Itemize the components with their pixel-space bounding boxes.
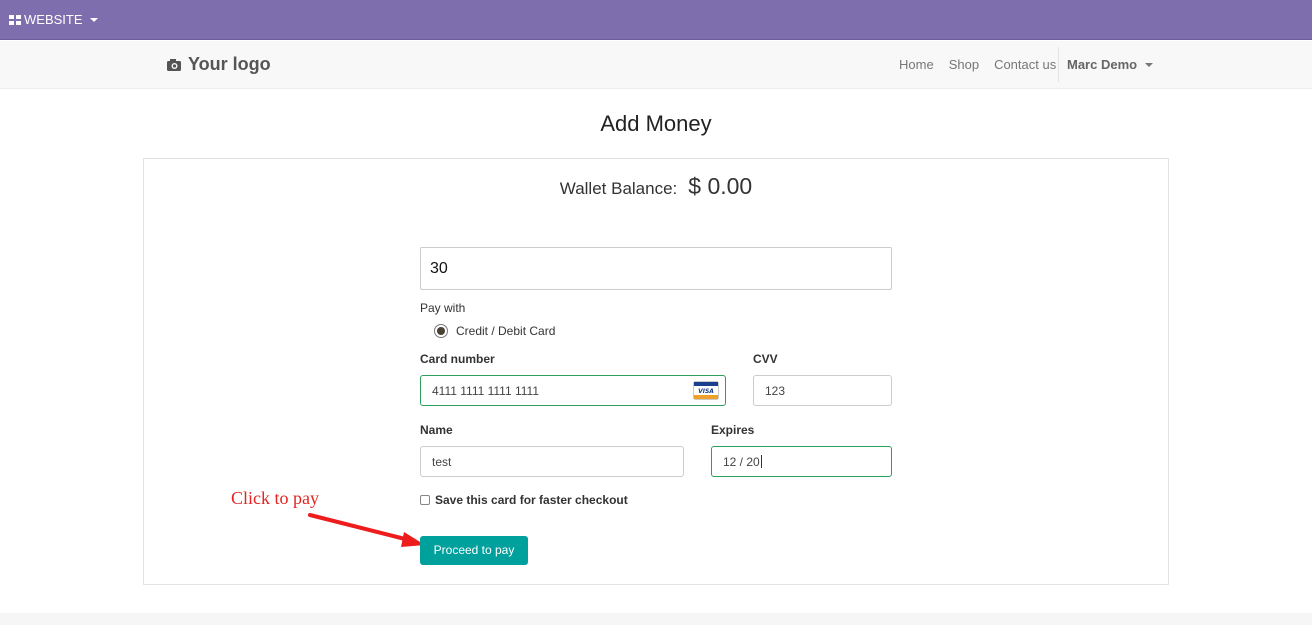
card-number-input[interactable]: 4111 1111 1111 1111 bbox=[420, 375, 726, 406]
card-number-label: Card number bbox=[420, 352, 495, 366]
nav-divider bbox=[1058, 47, 1059, 82]
website-menu-label: WEBSITE bbox=[24, 12, 83, 27]
nav-link-contact[interactable]: Contact us bbox=[994, 57, 1056, 72]
cvv-input[interactable]: 123 bbox=[753, 375, 892, 406]
cvv-label: CVV bbox=[753, 352, 778, 366]
svg-text:VISA: VISA bbox=[698, 388, 714, 395]
text-cursor bbox=[760, 455, 762, 468]
nav-link-shop[interactable]: Shop bbox=[949, 57, 979, 72]
wallet-balance: Wallet Balance: $ 0.00 bbox=[0, 173, 1312, 200]
caret-down-icon bbox=[1145, 62, 1154, 67]
page-title: Add Money bbox=[600, 111, 712, 136]
name-label: Name bbox=[420, 423, 453, 437]
save-card-checkbox[interactable] bbox=[420, 495, 430, 505]
save-card-option[interactable]: Save this card for faster checkout bbox=[420, 493, 628, 507]
footer-strip bbox=[0, 613, 1312, 625]
expires-input[interactable]: 12 / 20 bbox=[711, 446, 892, 477]
site-logo[interactable]: Your logo bbox=[166, 54, 271, 75]
website-menu[interactable]: WEBSITE bbox=[9, 12, 98, 27]
user-name: Marc Demo bbox=[1067, 57, 1138, 72]
nav-links: Home Shop Contact us bbox=[899, 57, 1071, 72]
pay-with-label: Pay with bbox=[420, 301, 466, 315]
payment-option-card[interactable]: Credit / Debit Card bbox=[434, 324, 555, 338]
camera-icon bbox=[167, 58, 181, 71]
logo-text: Your logo bbox=[188, 54, 271, 74]
expires-value: 12 / 20 bbox=[723, 455, 760, 469]
nav-link-home[interactable]: Home bbox=[899, 57, 934, 72]
name-input[interactable]: test bbox=[420, 446, 684, 477]
site-navbar: Your logo Home Shop Contact us Marc Demo bbox=[0, 41, 1312, 89]
annotation-arrow-icon bbox=[308, 513, 425, 547]
add-money-panel bbox=[143, 158, 1169, 585]
radio-dot bbox=[437, 327, 445, 335]
caret-down-icon bbox=[89, 17, 98, 22]
user-menu[interactable]: Marc Demo bbox=[1067, 57, 1154, 72]
wallet-balance-value: $ 0.00 bbox=[688, 173, 753, 199]
proceed-to-pay-button[interactable]: Proceed to pay bbox=[420, 536, 528, 565]
save-card-label: Save this card for faster checkout bbox=[435, 493, 628, 507]
payment-option-label: Credit / Debit Card bbox=[456, 324, 556, 338]
top-admin-bar: WEBSITE bbox=[0, 0, 1312, 40]
payment-radio[interactable] bbox=[434, 324, 448, 338]
amount-input[interactable]: 30 bbox=[420, 247, 892, 290]
wallet-balance-label: Wallet Balance: bbox=[559, 179, 678, 198]
visa-icon: VISA bbox=[693, 381, 719, 400]
grid-icon bbox=[9, 14, 21, 25]
expires-label: Expires bbox=[711, 423, 755, 437]
